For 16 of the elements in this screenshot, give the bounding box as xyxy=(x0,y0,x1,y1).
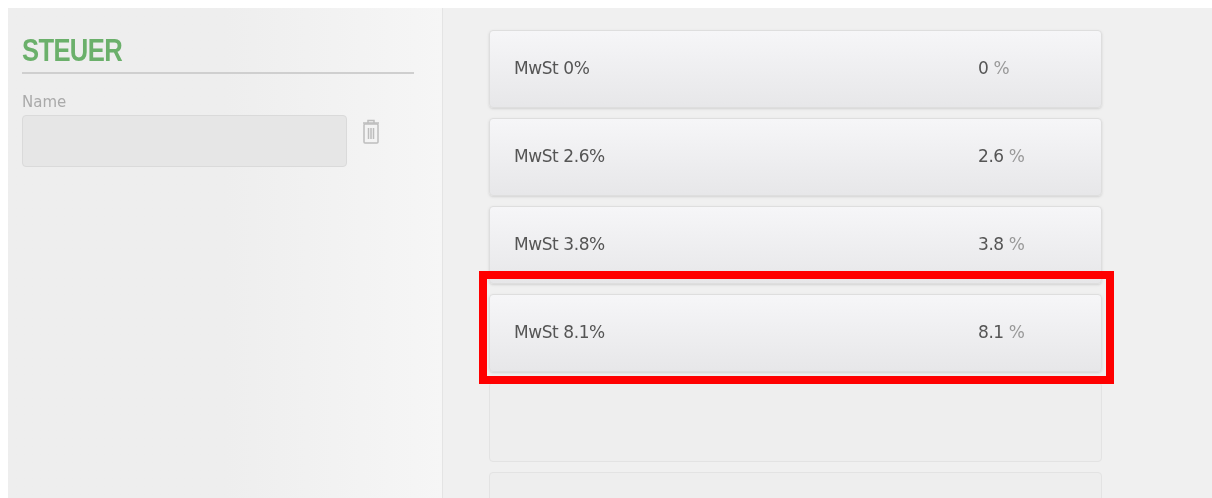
tax-item[interactable]: MwSt 3.8% 3.8 % xyxy=(489,206,1102,284)
tax-name: MwSt 3.8% xyxy=(514,233,606,257)
name-field[interactable] xyxy=(22,115,347,167)
tax-rate: 0 % xyxy=(978,57,1010,81)
tax-rate: 8.1 % xyxy=(978,321,1025,345)
tax-rate: 2.6 % xyxy=(978,145,1025,169)
tax-name: MwSt 0% xyxy=(514,57,591,81)
tax-name: MwSt 8.1% xyxy=(514,321,606,345)
tax-item[interactable]: MwSt 8.1% 8.1 % xyxy=(489,294,1102,372)
section-title: STEUER xyxy=(22,31,123,70)
tax-item[interactable]: MwSt 2.6% 2.6 % xyxy=(489,118,1102,196)
tax-item[interactable]: MwSt 0% 0 % xyxy=(489,30,1102,108)
name-label: Name xyxy=(22,92,68,112)
trash-icon[interactable] xyxy=(362,119,380,145)
tax-rate: 3.8 % xyxy=(978,233,1025,257)
tax-name: MwSt 2.6% xyxy=(514,145,606,169)
